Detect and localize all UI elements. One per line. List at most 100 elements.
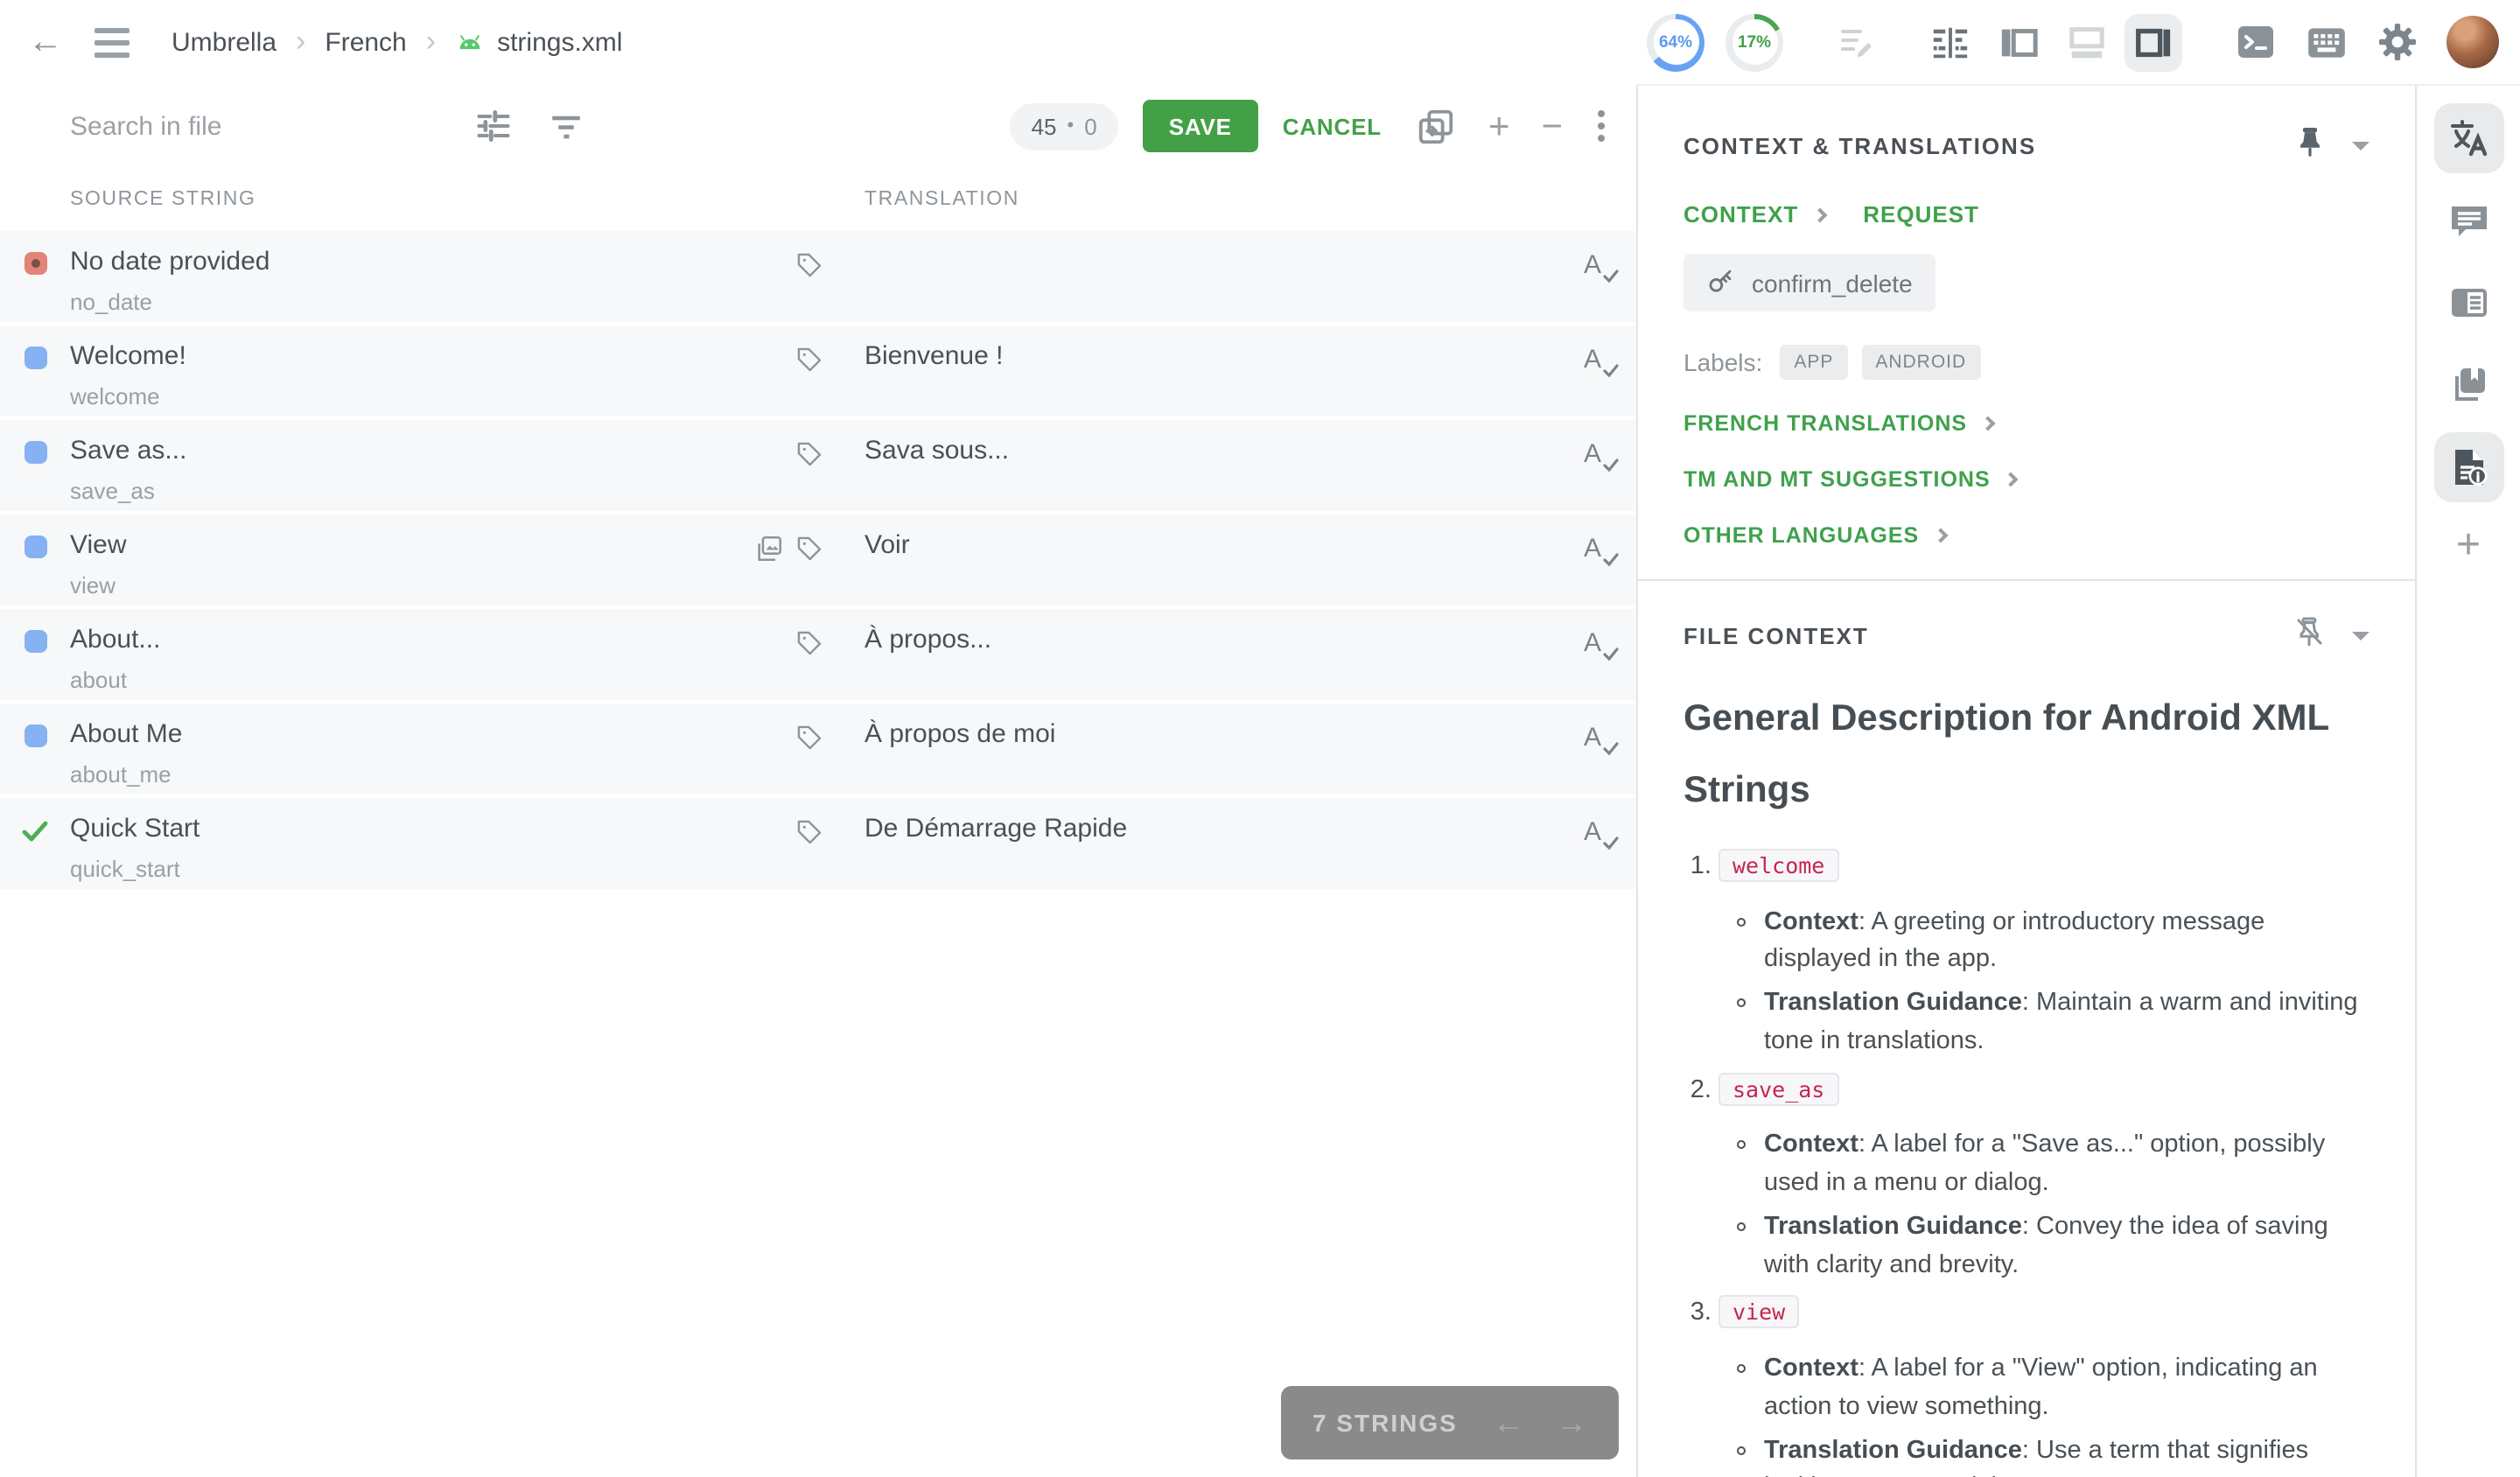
filter-settings-icon[interactable] <box>474 107 513 145</box>
approve-icon[interactable]: A <box>1584 439 1615 471</box>
source-string-text: No date provided <box>70 247 726 276</box>
status-translated-icon <box>24 346 46 369</box>
translated-progress-value: 64% <box>1653 19 1698 65</box>
next-page-icon[interactable]: → <box>1556 1404 1587 1441</box>
pin-icon[interactable] <box>2296 126 2324 166</box>
translation-text[interactable]: À propos de moi <box>838 719 1563 794</box>
table-row[interactable]: Welcome! welcome Bienvenue ! A <box>0 326 1636 416</box>
translation-column-header: TRANSLATION <box>838 189 1563 210</box>
tag-icon[interactable] <box>794 345 824 383</box>
doc-list-item: welcome Context: A greeting or introduct… <box>1718 849 2370 1062</box>
selected-count: 0 <box>1084 113 1096 139</box>
copy-source-icon[interactable] <box>1417 106 1457 146</box>
approve-icon[interactable]: A <box>1584 723 1615 754</box>
translation-text[interactable]: Sava sous... <box>838 436 1563 511</box>
breadcrumb: Umbrella › French › strings.xml <box>172 24 622 60</box>
breadcrumb-language[interactable]: French <box>325 27 406 57</box>
status-translated-icon <box>24 536 46 558</box>
keyboard-shortcuts-icon[interactable] <box>2305 20 2348 64</box>
string-key: save_as <box>70 478 726 504</box>
translated-progress-ring[interactable]: 64% <box>1647 13 1704 71</box>
label-chip: APP <box>1780 345 1847 380</box>
table-row[interactable]: No date provided no_date A <box>0 231 1636 322</box>
source-string-text: View <box>70 530 726 560</box>
view-mode-right-panel-icon[interactable] <box>2124 13 2182 71</box>
chevron-right-icon: › <box>296 24 305 60</box>
source-string-text: Welcome! <box>70 341 726 371</box>
doc-bullet: Context: A greeting or introductory mess… <box>1764 904 2370 980</box>
section-tm-mt-suggestions[interactable]: TM AND MT SUGGESTIONS <box>1684 467 2370 492</box>
source-string-text: Save as... <box>70 436 726 466</box>
search-input[interactable] <box>70 111 446 141</box>
screenshot-icon[interactable] <box>754 534 784 572</box>
doc-key-chip: view <box>1718 1296 1799 1329</box>
tag-icon[interactable] <box>794 439 824 478</box>
string-key: about_me <box>70 761 726 788</box>
tag-icon[interactable] <box>794 817 824 856</box>
zoom-out-icon[interactable]: − <box>1541 108 1563 144</box>
view-mode-left-panel-icon[interactable] <box>1998 22 2039 62</box>
tag-icon[interactable] <box>794 723 824 761</box>
table-row[interactable]: View view Voir A <box>0 514 1636 606</box>
collapse-caret-icon[interactable] <box>2352 142 2370 150</box>
menu-icon[interactable] <box>94 27 130 57</box>
back-icon[interactable]: ← <box>28 24 63 60</box>
breadcrumb-file[interactable]: strings.xml <box>497 27 622 57</box>
tag-icon[interactable] <box>794 250 824 289</box>
dictionary-tab-icon[interactable] <box>2433 268 2503 338</box>
section-french-translations[interactable]: FRENCH TRANSLATIONS <box>1684 411 2370 436</box>
table-header: SOURCE STRING TRANSLATION <box>0 168 1636 231</box>
string-key-chip[interactable]: confirm_delete <box>1684 254 1936 312</box>
view-mode-side-by-side-icon[interactable] <box>1930 22 1970 62</box>
translation-text[interactable]: À propos... <box>838 625 1563 700</box>
translation-text[interactable]: Voir <box>838 530 1563 606</box>
file-context-tab-icon[interactable] <box>2433 432 2503 502</box>
android-file-icon <box>455 29 485 55</box>
approve-icon[interactable]: A <box>1584 250 1615 282</box>
pin-off-icon[interactable] <box>2294 616 2324 656</box>
save-button[interactable]: SAVE <box>1143 100 1258 152</box>
tag-icon[interactable] <box>794 628 824 667</box>
tab-context[interactable]: CONTEXT <box>1684 201 1798 228</box>
approve-icon[interactable]: A <box>1584 628 1615 660</box>
translation-text[interactable]: Bienvenue ! <box>838 341 1563 416</box>
approved-progress-ring[interactable]: 17% <box>1726 13 1783 71</box>
view-mode-bottom-panel-icon[interactable] <box>2067 22 2107 62</box>
draft-notes-icon[interactable] <box>1836 21 1878 63</box>
approve-icon[interactable]: A <box>1584 534 1615 565</box>
top-bar: ← Umbrella › French › strings.xml 64% 17… <box>0 0 2520 84</box>
user-avatar[interactable] <box>2446 16 2499 68</box>
table-row[interactable]: About... about À propos... A <box>0 609 1636 700</box>
table-row[interactable]: Quick Start quick_start De Démarrage Rap… <box>0 798 1636 889</box>
table-row[interactable]: Save as... save_as Sava sous... A <box>0 420 1636 511</box>
crowdin-editor-app: ← Umbrella › French › strings.xml 64% 17… <box>0 0 2520 1477</box>
add-panel-icon[interactable]: + <box>2456 522 2481 570</box>
labels-caption: Labels: <box>1684 348 1762 376</box>
doc-list-item: view Context: A label for a "View" optio… <box>1718 1296 2370 1477</box>
filter-icon[interactable] <box>548 108 584 144</box>
strings-counter-chip: 45 • 0 <box>1011 102 1118 150</box>
cancel-button[interactable]: CANCEL <box>1283 113 1382 139</box>
breadcrumb-project[interactable]: Umbrella <box>172 27 276 57</box>
approve-icon[interactable]: A <box>1584 817 1615 849</box>
translation-text[interactable] <box>838 247 1563 322</box>
source-column-header: SOURCE STRING <box>70 189 726 210</box>
settings-gear-icon[interactable] <box>2376 21 2418 63</box>
string-key: welcome <box>70 383 726 410</box>
console-icon[interactable] <box>2235 21 2277 63</box>
approve-icon[interactable]: A <box>1584 345 1615 376</box>
more-options-icon[interactable] <box>1594 107 1608 145</box>
table-row[interactable]: About Me about_me À propos de moi A <box>0 704 1636 794</box>
string-key-text: confirm_delete <box>1752 269 1913 297</box>
translation-text[interactable]: De Démarrage Rapide <box>838 814 1563 889</box>
previous-page-icon[interactable]: ← <box>1493 1404 1524 1441</box>
translations-tab-icon[interactable] <box>2433 103 2503 173</box>
tab-request[interactable]: REQUEST <box>1863 201 1979 228</box>
section-other-languages[interactable]: OTHER LANGUAGES <box>1684 523 2370 548</box>
tag-icon[interactable] <box>794 534 824 572</box>
zoom-in-icon[interactable]: + <box>1488 108 1510 144</box>
collapse-caret-icon[interactable] <box>2352 632 2370 640</box>
doc-bullet: Translation Guidance: Use a term that si… <box>1764 1432 2370 1477</box>
comments-tab-icon[interactable] <box>2433 186 2503 256</box>
translation-memory-tab-icon[interactable] <box>2433 350 2503 420</box>
